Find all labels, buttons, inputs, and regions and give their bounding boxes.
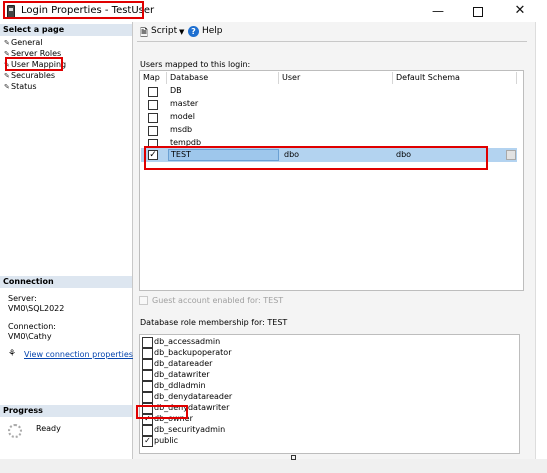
guest-account-label: Guest account enabled for: TEST bbox=[152, 296, 284, 305]
wrench-icon: ✎ bbox=[4, 83, 10, 91]
window-scrollbar[interactable] bbox=[535, 22, 547, 459]
role-name: db_accessadmin bbox=[154, 337, 221, 346]
role-name: db_backupoperator bbox=[154, 348, 232, 357]
nav-item-label: Securables bbox=[11, 71, 56, 80]
table-row[interactable]: model bbox=[140, 111, 523, 124]
table-row[interactable]: msdb bbox=[140, 124, 523, 137]
close-button[interactable]: ✕ bbox=[508, 2, 532, 20]
user-mapping-grid: Map Database User Default Schema DB mast… bbox=[139, 70, 524, 291]
role-checkbox[interactable] bbox=[142, 425, 153, 436]
database-cell: model bbox=[170, 112, 195, 121]
resize-grip-icon[interactable] bbox=[291, 455, 296, 460]
nav-item-status[interactable]: ✎Status bbox=[4, 82, 37, 92]
database-cell: master bbox=[170, 99, 199, 108]
progress-header: Progress bbox=[0, 405, 132, 417]
script-button[interactable]: Script bbox=[151, 26, 177, 36]
wrench-icon: ✎ bbox=[4, 72, 10, 80]
users-mapped-label: Users mapped to this login: bbox=[140, 60, 251, 69]
minimize-button[interactable]: — bbox=[426, 2, 450, 20]
guest-account-checkbox[interactable] bbox=[139, 296, 148, 305]
role-name: db_ddladmin bbox=[154, 381, 206, 390]
table-row[interactable]: DB bbox=[140, 85, 523, 98]
role-name: db_datareader bbox=[154, 359, 213, 368]
schema-browse-button[interactable] bbox=[506, 150, 516, 160]
role-membership-label: Database role membership for: TEST bbox=[140, 318, 288, 327]
database-cell: DB bbox=[170, 86, 182, 95]
map-checkbox[interactable] bbox=[148, 87, 158, 97]
db-owner-highlight-box bbox=[136, 405, 188, 419]
role-checkbox[interactable] bbox=[142, 359, 153, 370]
progress-spinner-icon bbox=[8, 424, 22, 438]
maximize-icon bbox=[473, 7, 483, 17]
role-name: db_datawriter bbox=[154, 370, 210, 379]
script-dropdown-icon[interactable]: ▼ bbox=[179, 28, 184, 36]
connection-value: VM0\Cathy bbox=[8, 332, 52, 341]
server-value: VM0\SQL2022 bbox=[8, 304, 65, 313]
nav-item-general[interactable]: ✎General bbox=[4, 38, 43, 48]
test-row-highlight-box bbox=[144, 146, 488, 170]
view-connection-properties-link[interactable]: View connection properties bbox=[24, 350, 133, 359]
map-checkbox[interactable] bbox=[148, 126, 158, 136]
connection-label: Connection: bbox=[8, 322, 56, 331]
map-checkbox[interactable] bbox=[148, 113, 158, 123]
select-page-header: Select a page bbox=[0, 24, 132, 36]
server-label: Server: bbox=[8, 294, 37, 303]
column-header-database[interactable]: Database bbox=[167, 72, 279, 84]
progress-status: Ready bbox=[36, 424, 61, 433]
wrench-icon: ✎ bbox=[4, 39, 10, 47]
column-header-default-schema[interactable]: Default Schema bbox=[393, 72, 517, 84]
maximize-button[interactable] bbox=[466, 2, 490, 20]
toolbar-separator bbox=[137, 41, 527, 42]
database-cell: msdb bbox=[170, 125, 193, 134]
column-header-map[interactable]: Map bbox=[140, 72, 167, 84]
role-name: db_denydatareader bbox=[154, 392, 233, 401]
role-checkbox[interactable] bbox=[142, 381, 153, 392]
column-header-user[interactable]: User bbox=[279, 72, 393, 84]
role-name: db_securityadmin bbox=[154, 425, 226, 434]
role-name: public bbox=[154, 436, 179, 445]
nav-item-label: Status bbox=[11, 82, 37, 91]
role-checkbox[interactable] bbox=[142, 370, 153, 381]
role-checkbox-checked[interactable]: ✓ bbox=[142, 436, 153, 447]
connection-icon: ⚘ bbox=[8, 349, 17, 359]
help-button[interactable]: Help bbox=[202, 26, 223, 36]
user-mapping-highlight-box bbox=[5, 57, 63, 71]
role-checkbox[interactable] bbox=[142, 348, 153, 359]
toolbar: 🗎 Script ▼ ? Help bbox=[137, 24, 532, 42]
role-checkbox[interactable] bbox=[142, 392, 153, 403]
title-highlight-box bbox=[3, 1, 144, 19]
help-icon[interactable]: ? bbox=[188, 26, 199, 37]
table-row[interactable]: master bbox=[140, 98, 523, 111]
role-checkbox[interactable] bbox=[142, 337, 153, 348]
map-checkbox[interactable] bbox=[148, 100, 158, 110]
connection-header: Connection bbox=[0, 276, 132, 288]
nav-item-label: General bbox=[11, 38, 43, 47]
nav-item-securables[interactable]: ✎Securables bbox=[4, 71, 55, 81]
role-membership-list: db_accessadmin db_backupoperator db_data… bbox=[139, 334, 520, 454]
bottom-bar bbox=[0, 459, 547, 473]
